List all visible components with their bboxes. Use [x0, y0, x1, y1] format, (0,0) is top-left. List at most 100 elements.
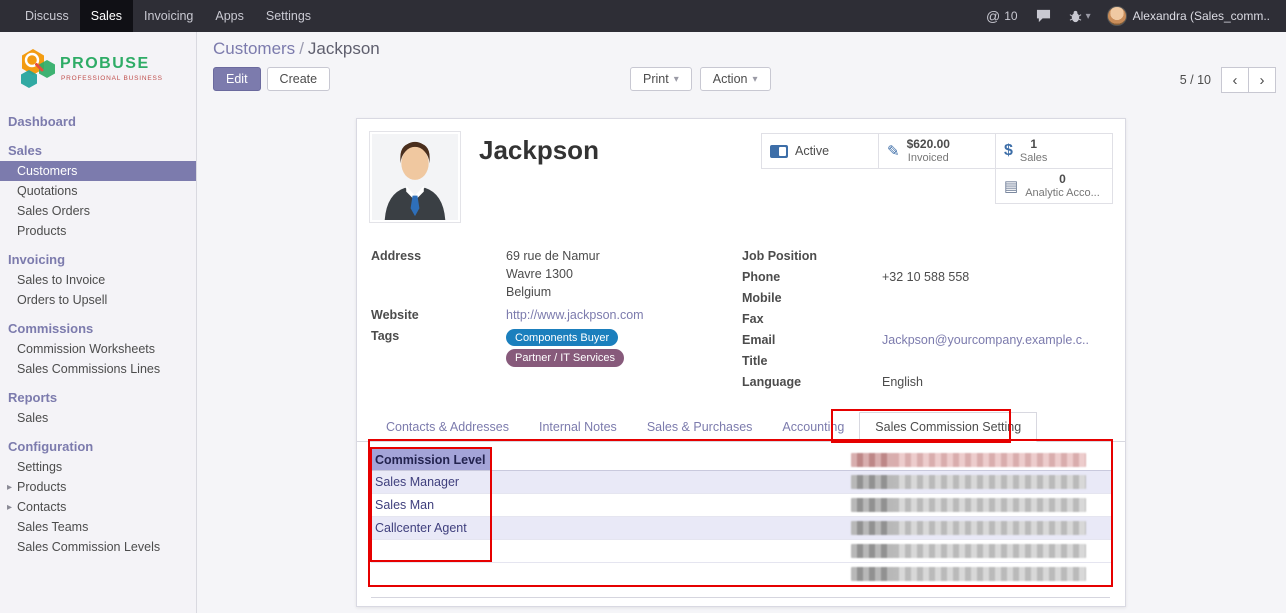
- phone-label: Phone: [742, 270, 882, 286]
- commission-level-header: Commission Level: [371, 449, 491, 470]
- redacted-cell: [851, 475, 1086, 489]
- sidebar-item-sales-orders[interactable]: Sales Orders: [0, 201, 196, 221]
- commission-table: Commission Level Sales Manager Sales Man…: [371, 449, 1112, 587]
- expand-arrow-icon: ▸: [7, 502, 13, 513]
- debug-menu-button[interactable]: ▾: [1061, 0, 1099, 32]
- messages-button[interactable]: [1028, 0, 1059, 32]
- table-row[interactable]: Callcenter Agent: [371, 517, 1112, 540]
- menu-sales[interactable]: Sales: [80, 0, 133, 32]
- tab-accounting[interactable]: Accounting: [767, 413, 859, 441]
- analytic-stat-button[interactable]: ▤ 0 Analytic Acco...: [995, 168, 1113, 204]
- redacted-cell: [851, 544, 1086, 558]
- action-dropdown-button[interactable]: Action ▾: [700, 67, 771, 91]
- sidebar-header-invoicing[interactable]: Invoicing: [0, 249, 196, 270]
- pager-previous-button[interactable]: ‹: [1221, 67, 1249, 93]
- mention-count: 10: [1004, 9, 1017, 23]
- notebook-tabs: Contacts & Addresses Internal Notes Sale…: [357, 412, 1125, 442]
- email-label: Email: [742, 333, 882, 349]
- record-title: Jackpson: [479, 135, 599, 166]
- table-row[interactable]: Sales Man: [371, 494, 1112, 517]
- stat-buttons: Active ✎ $620.00 Invoiced $ 1 Sales: [761, 133, 1113, 204]
- sidebar: PROBUSE PROFESSIONAL BUSINESS Dashboard …: [0, 32, 197, 613]
- customer-photo: [369, 131, 461, 223]
- phone-value: +32 10 588 558: [882, 270, 969, 286]
- print-dropdown-button[interactable]: Print▾: [630, 67, 692, 91]
- action-label: Action: [713, 72, 748, 86]
- sidebar-menu: Dashboard Sales Customers Quotations Sal…: [0, 105, 196, 557]
- analytic-label: Analytic Acco...: [1025, 187, 1100, 200]
- website-label: Website: [371, 308, 506, 324]
- breadcrumb-customers-link[interactable]: Customers: [213, 39, 295, 58]
- user-avatar-icon: [1107, 6, 1127, 26]
- address-label: Address: [371, 249, 506, 303]
- sidebar-item-label: Contacts: [17, 500, 66, 514]
- caret-down-icon: ▾: [752, 74, 757, 85]
- invoiced-stat-button[interactable]: ✎ $620.00 Invoiced: [878, 133, 996, 169]
- commission-table-header-row: Commission Level: [371, 449, 1112, 471]
- sales-stat-button[interactable]: $ 1 Sales: [995, 133, 1113, 169]
- sidebar-item-sales-commission-levels[interactable]: Sales Commission Levels: [0, 537, 196, 557]
- user-name: Alexandra (Sales_comm..: [1133, 9, 1270, 23]
- caret-down-icon: ▾: [1086, 11, 1091, 22]
- active-toggle-icon: [770, 145, 788, 158]
- print-label: Print: [643, 72, 669, 86]
- title-label: Title: [742, 354, 882, 370]
- user-menu[interactable]: Alexandra (Sales_comm..: [1101, 0, 1276, 32]
- commission-level-cell: Callcenter Agent: [371, 521, 491, 535]
- sidebar-header-commissions[interactable]: Commissions: [0, 318, 196, 339]
- sidebar-item-sales-to-invoice[interactable]: Sales to Invoice: [0, 270, 196, 290]
- expand-arrow-icon: ▸: [7, 482, 13, 493]
- sidebar-item-orders-to-upsell[interactable]: Orders to Upsell: [0, 290, 196, 310]
- tab-sales-purchases[interactable]: Sales & Purchases: [632, 413, 768, 441]
- fax-label: Fax: [742, 312, 882, 328]
- mentions-button[interactable]: @ 10: [978, 0, 1026, 32]
- sidebar-item-customers[interactable]: Customers: [0, 161, 196, 181]
- chevron-right-icon: ›: [1260, 72, 1265, 89]
- sidebar-item-dashboard[interactable]: Dashboard: [0, 111, 196, 132]
- tab-contacts-addresses[interactable]: Contacts & Addresses: [371, 413, 524, 441]
- sales-label: Sales: [1020, 152, 1048, 165]
- main-menu: Discuss Sales Invoicing Apps Settings: [0, 0, 322, 32]
- menu-apps[interactable]: Apps: [204, 0, 255, 32]
- redacted-cell: [851, 498, 1086, 512]
- redacted-cell: [851, 521, 1086, 535]
- edit-button[interactable]: Edit: [213, 67, 261, 91]
- table-row: [371, 540, 1112, 563]
- sheet-footer-divider: [371, 597, 1110, 598]
- pager-value[interactable]: 5 / 10: [1180, 73, 1211, 87]
- sidebar-item-config-products[interactable]: ▸ Products: [0, 477, 196, 497]
- table-row[interactable]: Sales Manager: [371, 471, 1112, 494]
- website-link[interactable]: http://www.jackpson.com: [506, 308, 644, 324]
- bug-icon: [1069, 10, 1082, 23]
- tab-sales-commission-setting[interactable]: Sales Commission Setting: [859, 412, 1037, 442]
- control-panel-actions: Print▾ Action ▾: [630, 67, 771, 91]
- sidebar-header-sales[interactable]: Sales: [0, 140, 196, 161]
- ledger-icon: ▤: [1004, 177, 1018, 195]
- sidebar-item-label: Products: [17, 480, 66, 494]
- menu-invoicing[interactable]: Invoicing: [133, 0, 204, 32]
- pager-next-button[interactable]: ›: [1248, 67, 1276, 93]
- invoiced-value: $620.00: [907, 138, 950, 152]
- create-button[interactable]: Create: [267, 67, 331, 91]
- menu-settings[interactable]: Settings: [255, 0, 322, 32]
- breadcrumb: Customers/Jackpson: [213, 39, 380, 59]
- pager: 5 / 10 ‹ ›: [1180, 67, 1276, 93]
- sidebar-item-commission-worksheets[interactable]: Commission Worksheets: [0, 339, 196, 359]
- commission-level-cell: Sales Man: [371, 498, 491, 512]
- menu-discuss[interactable]: Discuss: [14, 0, 80, 32]
- control-panel-buttons: Edit Create: [213, 67, 330, 91]
- sidebar-item-quotations[interactable]: Quotations: [0, 181, 196, 201]
- sidebar-item-config-contacts[interactable]: ▸ Contacts: [0, 497, 196, 517]
- sidebar-item-reports-sales[interactable]: Sales: [0, 408, 196, 428]
- sidebar-item-sales-commissions-lines[interactable]: Sales Commissions Lines: [0, 359, 196, 379]
- sidebar-item-sales-teams[interactable]: Sales Teams: [0, 517, 196, 537]
- sidebar-header-reports[interactable]: Reports: [0, 387, 196, 408]
- email-link[interactable]: Jackpson@yourcompany.example.c..: [882, 333, 1089, 349]
- sidebar-item-products[interactable]: Products: [0, 221, 196, 241]
- sidebar-item-settings[interactable]: Settings: [0, 457, 196, 477]
- tab-internal-notes[interactable]: Internal Notes: [524, 413, 632, 441]
- active-stat-button[interactable]: Active: [761, 133, 879, 169]
- analytic-count: 0: [1025, 173, 1100, 187]
- tag-components-buyer: Components Buyer: [506, 329, 618, 346]
- sidebar-header-configuration[interactable]: Configuration: [0, 436, 196, 457]
